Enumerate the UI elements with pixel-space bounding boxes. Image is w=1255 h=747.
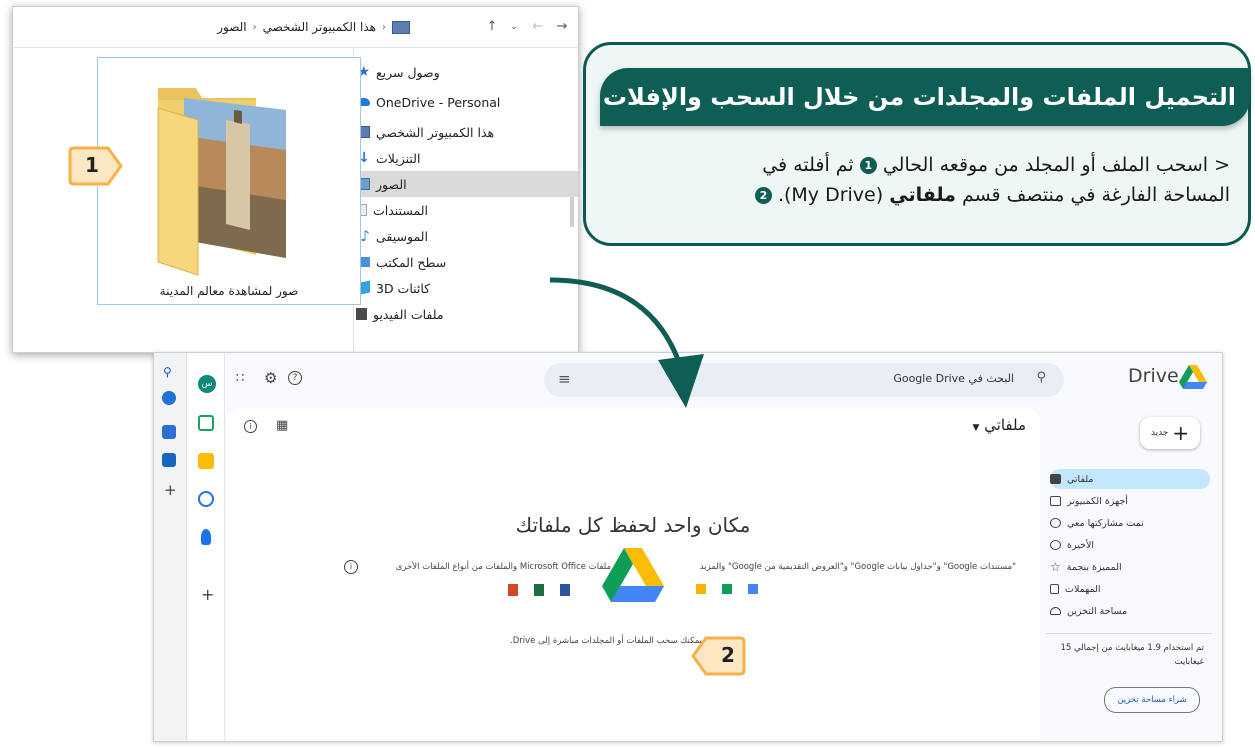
buy-storage-button[interactable]: شراء مساحة تخزين xyxy=(1104,687,1200,713)
step-number-badge: 1 xyxy=(859,157,877,174)
trash-icon xyxy=(1050,584,1059,594)
powerpoint-icon xyxy=(508,584,518,596)
excel-icon xyxy=(534,584,544,596)
address-bar: → ← ⌄ ↑ ‹ هذا الكمبيوتر الشخصي ‹ الصور xyxy=(13,7,578,48)
bing-icon[interactable] xyxy=(162,391,176,405)
video-icon xyxy=(356,308,367,320)
browser-side-rail: ⚲ + xyxy=(154,353,187,741)
tasks-icon[interactable] xyxy=(198,491,214,507)
apps-side-panel: س + xyxy=(188,353,225,741)
nav-recent[interactable]: الأخيرة xyxy=(1050,535,1210,555)
gear-icon[interactable]: ⚙ xyxy=(264,369,277,387)
google-files-caption: "مستندات Google" و"جداول بيانات Google" … xyxy=(699,562,1016,572)
nav-storage[interactable]: مساحة التخزين xyxy=(1050,601,1210,621)
computers-icon xyxy=(1050,496,1061,506)
grid-view-icon[interactable]: ▦ xyxy=(276,418,288,433)
nav-computers[interactable]: أجهزة الكمبيوتر xyxy=(1050,491,1210,511)
step-number-badge: 2 xyxy=(754,187,772,204)
breadcrumb[interactable]: ‹ هذا الكمبيوتر الشخصي ‹ الصور xyxy=(217,16,410,38)
pc-breadcrumb-icon xyxy=(392,20,410,34)
nav-item-documents[interactable]: المستندات xyxy=(356,197,578,223)
nav-starred[interactable]: ☆ المميزة بنجمة xyxy=(1050,557,1210,577)
calendar-icon[interactable] xyxy=(198,415,214,431)
nav-item-music[interactable]: ♪ الموسيقى xyxy=(356,223,578,249)
sheets-icon xyxy=(722,584,732,594)
breadcrumb-current[interactable]: الصور xyxy=(217,20,246,34)
nav-item-pictures[interactable]: الصور xyxy=(356,171,578,197)
drive-navigation: + جديد ملفاتي أجهزة الكمبيوتر تمت مشاركت… xyxy=(1040,403,1222,741)
nav-my-drive[interactable]: ملفاتي xyxy=(1050,469,1210,489)
empty-state-title: مكان واحد لحفظ كل ملفاتك xyxy=(515,513,751,537)
storage-divider xyxy=(1046,633,1212,634)
back-arrow-icon[interactable]: → xyxy=(554,19,570,35)
nav-trash[interactable]: المهملات xyxy=(1050,579,1210,599)
slides-icon xyxy=(696,584,706,594)
drive-large-logo-icon xyxy=(602,548,664,602)
recent-chevron-icon[interactable]: ⌄ xyxy=(506,19,522,35)
star-outline-icon: ☆ xyxy=(1050,560,1061,574)
nav-shared-with-me[interactable]: تمت مشاركتها معي xyxy=(1050,513,1210,533)
breadcrumb-parent[interactable]: هذا الكمبيوتر الشخصي xyxy=(263,20,376,34)
avatar[interactable]: س xyxy=(198,375,216,393)
keep-icon[interactable] xyxy=(198,453,214,469)
nav-item-this-pc[interactable]: هذا الكمبيوتر الشخصي xyxy=(356,119,578,145)
cloud-outline-icon xyxy=(1050,607,1061,615)
nav-item-quick-access[interactable]: ★ وصول سريع xyxy=(356,59,578,85)
my-drive-icon xyxy=(1050,474,1061,484)
callout-line-1: < اسحب الملف أو المجلد من موقعه الحالي 1… xyxy=(762,154,1230,176)
step-marker-1-label: 1 xyxy=(85,153,99,177)
drive-top-bar: ∷ ⚙ ? ≡ البحث في Google Drive ⚲ Drive xyxy=(224,353,1222,403)
help-icon[interactable]: ? xyxy=(288,371,302,385)
storage-usage-text: تم استخدام 1.9 ميغابايت من إجمالي 15 غيغ… xyxy=(1060,643,1204,667)
search-icon[interactable]: ⚲ xyxy=(1036,370,1046,385)
chevron-icon: ‹ xyxy=(252,21,257,33)
step-marker-2-label: 2 xyxy=(721,643,735,667)
drag-arrow-icon xyxy=(549,277,704,408)
add-app-icon[interactable]: + xyxy=(201,585,214,604)
shared-icon xyxy=(1050,518,1061,528)
office-files-caption: ملفات Microsoft Office والملفات من أنواع… xyxy=(395,562,611,572)
up-arrow-icon[interactable]: ↑ xyxy=(484,19,500,35)
chevron-icon: ‹ xyxy=(382,21,386,33)
nav-item-downloads[interactable]: ↓ التنزيلات xyxy=(356,145,578,171)
info-icon[interactable]: i xyxy=(244,420,257,433)
my-drive-content[interactable]: i ▦ ملفاتي ▼ مكان واحد لحفظ كل ملفاتك مل… xyxy=(226,408,1040,741)
callout-body: < اسحب الملف أو المجلد من موقعه الحالي 1… xyxy=(600,150,1230,210)
add-icon[interactable]: + xyxy=(164,481,177,499)
outlook-icon[interactable] xyxy=(162,453,176,467)
nav-item-onedrive[interactable]: OneDrive - Personal xyxy=(356,89,578,115)
dropdown-icon: ▼ xyxy=(972,423,980,433)
folder-label: صور لمشاهدة معالم المدينة xyxy=(159,284,299,298)
clock-icon xyxy=(1050,540,1061,550)
selected-folder[interactable]: صور لمشاهدة معالم المدينة xyxy=(97,57,361,305)
office-icon[interactable] xyxy=(162,425,176,439)
docs-icon xyxy=(748,584,758,594)
new-button[interactable]: + جديد xyxy=(1140,417,1200,449)
word-icon xyxy=(560,584,570,596)
drive-logo-icon xyxy=(1179,365,1207,389)
folder-icon xyxy=(157,88,286,276)
search-icon[interactable]: ⚲ xyxy=(163,365,172,379)
my-drive-breadcrumb[interactable]: ملفاتي ▼ xyxy=(972,416,1026,434)
info-icon[interactable]: i xyxy=(344,560,358,574)
forward-arrow-icon[interactable]: ← xyxy=(530,19,546,35)
contacts-icon[interactable] xyxy=(201,529,211,545)
callout-title: التحميل الملفات والمجلدات من خلال السحب … xyxy=(600,68,1250,126)
callout-line-2: المساحة الفارغة في منتصف قسم ملفاتي (My … xyxy=(600,180,1230,210)
drive-logo-text: Drive xyxy=(1128,365,1179,387)
apps-grid-icon[interactable]: ∷ xyxy=(236,371,244,386)
plus-icon: + xyxy=(1172,421,1190,445)
search-placeholder: البحث في Google Drive xyxy=(893,372,1014,385)
